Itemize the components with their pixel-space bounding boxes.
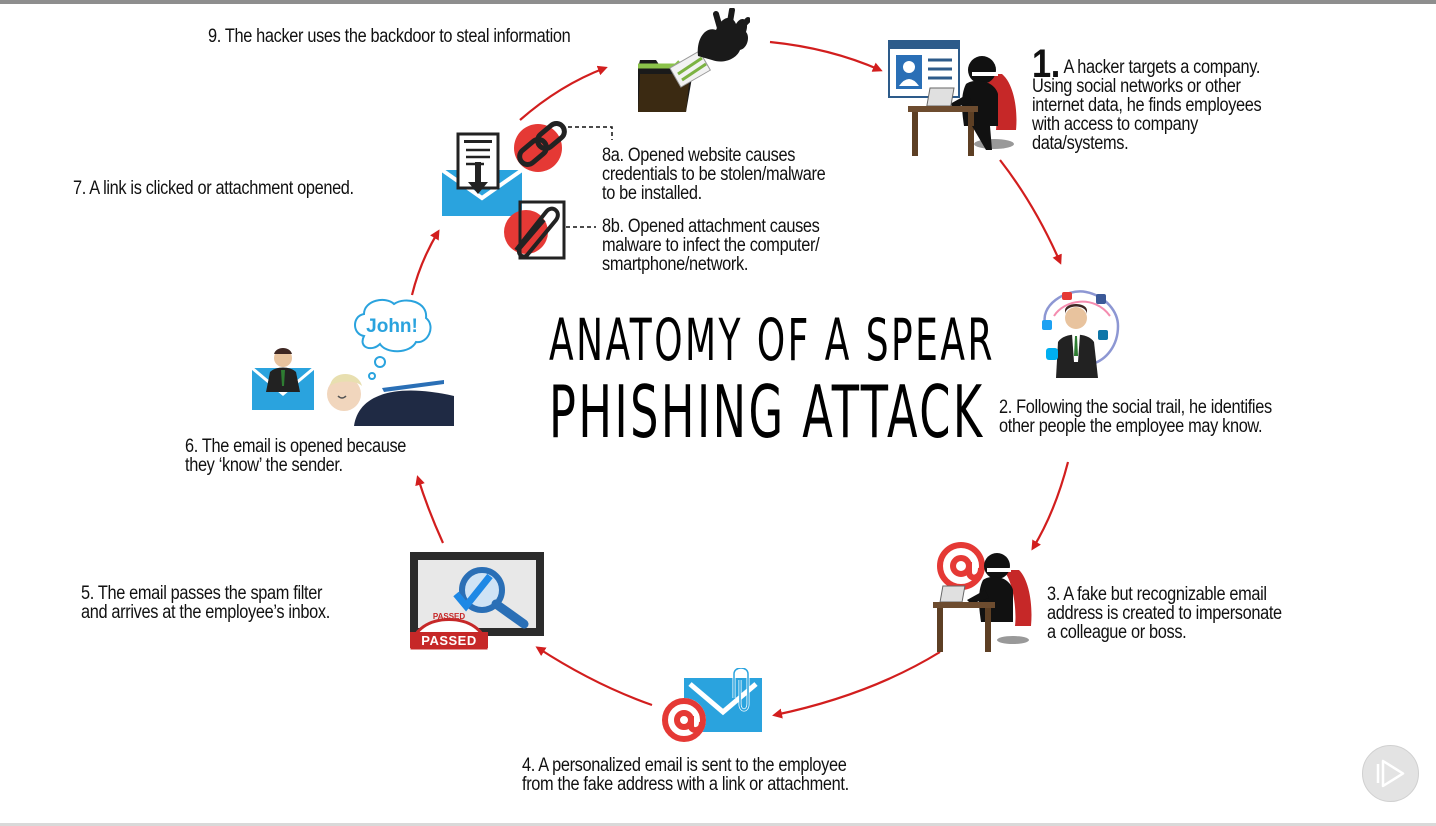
diagram-title-line2: PHISHING ATTACK xyxy=(549,370,985,454)
bubble-label: John! xyxy=(366,316,418,337)
arrow-7-to-9 xyxy=(519,65,608,121)
step-6-text: 6. The email is opened because they ‘kno… xyxy=(185,436,407,476)
step-1-text: 1. A hacker targets a company. Using soci… xyxy=(1032,36,1262,154)
step-3-text: 3. A fake but recognizable email address… xyxy=(1047,584,1282,643)
play-button[interactable] xyxy=(1362,745,1419,802)
step-2-text: 2. Following the social trail, he identi… xyxy=(999,397,1272,437)
arrow-4-to-5 xyxy=(535,646,653,707)
passed-stamp-icon: PASSED PASSED xyxy=(408,600,490,652)
chain-link-icon xyxy=(514,121,567,172)
folder-hand-icon xyxy=(638,8,750,112)
envelope-attachment-icon xyxy=(662,668,762,742)
step-8b-text: 8b. Opened attachment causes malware to … xyxy=(602,216,820,275)
arrow-1-to-2 xyxy=(999,159,1062,265)
arrow-5-to-6 xyxy=(415,475,445,544)
at-sign-icon xyxy=(933,542,1032,652)
hacker-at-desk-icon xyxy=(908,56,1017,156)
arrow-9-to-1 xyxy=(769,40,883,72)
sleeping-person-icon xyxy=(327,374,454,426)
social-network-person-icon xyxy=(1042,290,1120,378)
play-icon xyxy=(1376,759,1405,788)
thought-bubble-icon: John! xyxy=(350,296,434,380)
arrow-6-to-7 xyxy=(410,229,440,296)
step-9-text: 9. The hacker uses the backdoor to steal… xyxy=(208,26,571,47)
step-7-text: 7. A link is clicked or attachment opene… xyxy=(73,178,354,199)
stamp-label: PASSED xyxy=(421,633,477,648)
step-1-description: A hacker targets a company. Using social… xyxy=(1032,57,1262,154)
step-5-text: 5. The email passes the spam filter and … xyxy=(81,583,330,623)
arrow-2-to-3 xyxy=(1031,461,1070,551)
step-8a-text: 8a. Opened website causes credentials to… xyxy=(602,145,826,204)
connector-8a xyxy=(568,126,613,140)
arrow-3-to-4 xyxy=(772,651,941,719)
stamp-arc-label: PASSED xyxy=(432,612,466,621)
diagram-title-line1: ANATOMY OF A SPEAR xyxy=(549,306,995,374)
paperclip-icon xyxy=(504,200,566,260)
step-4-text: 4. A personalized email is sent to the e… xyxy=(522,755,849,795)
envelope-person-icon xyxy=(251,348,315,410)
